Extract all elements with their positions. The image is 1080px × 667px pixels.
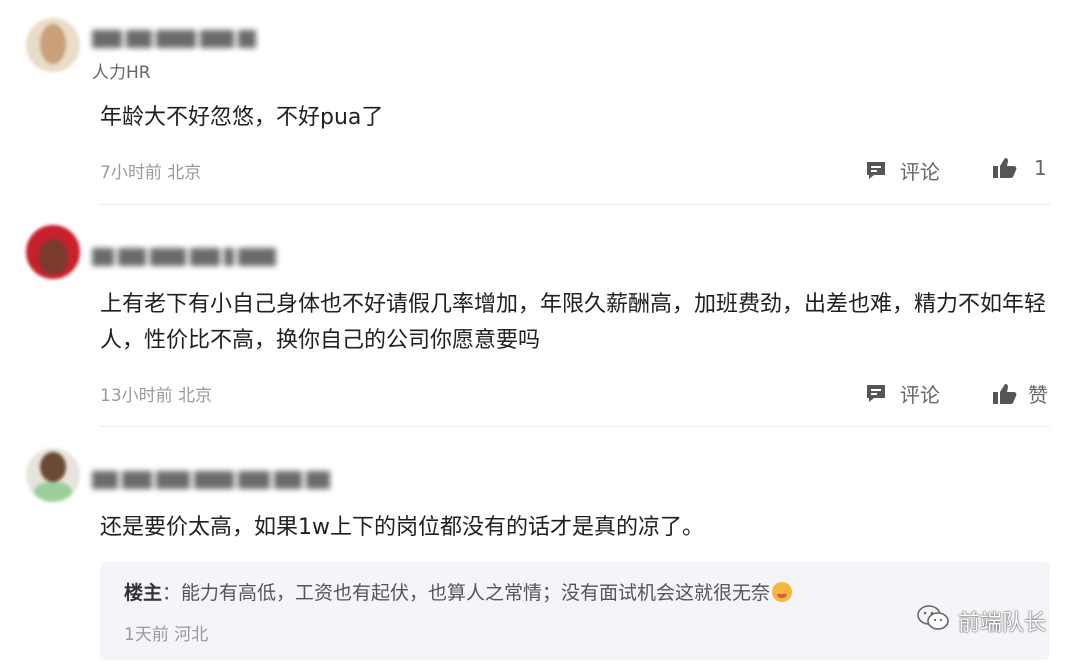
emoji-icon: [772, 582, 793, 602]
comment-meta: 13小时前 北京: [100, 386, 213, 406]
like-count: 1: [1034, 156, 1047, 180]
comment-meta: 7小时前 北京: [100, 163, 202, 183]
comment-label: 评论: [900, 383, 940, 407]
thumbs-up-icon: [992, 382, 1018, 406]
like-label: 赞: [1028, 383, 1048, 407]
watermark-text: 前端队长: [957, 611, 1046, 636]
avatar[interactable]: [26, 225, 80, 279]
watermark: 前端队长: [916, 604, 1046, 638]
thumbs-up-icon: [992, 156, 1018, 180]
comment-text: 还是要价太高，如果1w上下的岗位都没有的话才是真的凉了。: [100, 515, 704, 540]
reply-text: 能力有高低，工资也有起伏，也算人之常情；没有面试机会这就很无奈: [181, 582, 771, 604]
like-button[interactable]: 赞: [992, 379, 1048, 408]
username-blurred[interactable]: [92, 28, 256, 50]
author-reply[interactable]: 楼主：能力有高低，工资也有起伏，也算人之常情；没有面试机会这就很无奈 1天前 河…: [100, 562, 1050, 660]
user-role: 人力HR: [92, 63, 151, 83]
username-blurred[interactable]: [92, 469, 330, 491]
wechat-icon: [916, 604, 950, 638]
avatar[interactable]: [26, 18, 80, 72]
comment-label: 评论: [900, 160, 940, 184]
comment-icon: [864, 382, 888, 406]
divider: [100, 426, 1050, 427]
comment-text: 上有老下有小自己身体也不好请假几率增加，年限久薪酬高，加班费劲，出差也难，精力不…: [100, 292, 1047, 353]
comment-icon: [864, 159, 888, 183]
reply-author: 楼主: [124, 582, 163, 604]
comment-button[interactable]: 评论: [864, 379, 940, 408]
divider: [100, 204, 1050, 205]
username-blurred[interactable]: [92, 246, 276, 268]
comment-text: 年龄大不好忽悠，不好pua了: [100, 105, 384, 130]
avatar[interactable]: [26, 448, 80, 502]
like-button[interactable]: 1: [992, 156, 1047, 180]
reply-content: 楼主：能力有高低，工资也有起伏，也算人之常情；没有面试机会这就很无奈: [124, 578, 793, 605]
comment-button[interactable]: 评论: [864, 156, 940, 185]
reply-meta: 1天前 河北: [124, 625, 209, 645]
reply-separator: ：: [162, 582, 182, 604]
